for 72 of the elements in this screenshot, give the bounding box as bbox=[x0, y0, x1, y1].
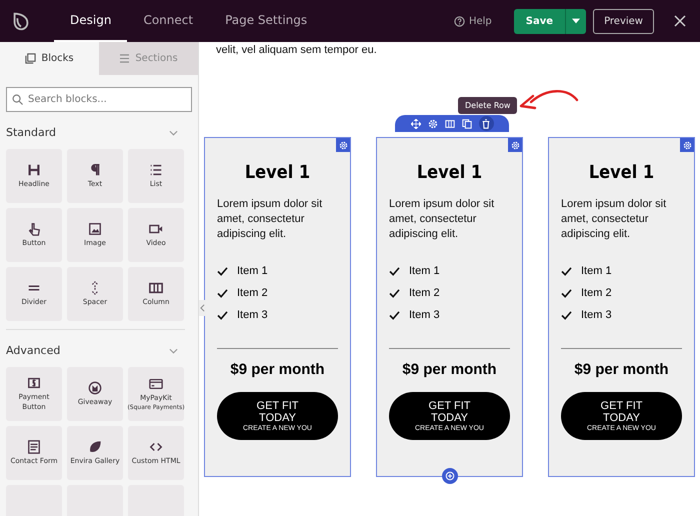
image-icon bbox=[88, 222, 102, 236]
list-item: Item 2 bbox=[237, 287, 268, 299]
top-tab[interactable]: Page Settings bbox=[209, 0, 324, 42]
settings-icon bbox=[338, 140, 348, 150]
card-title: Level 1 bbox=[244, 162, 312, 183]
blocks-icon bbox=[25, 53, 36, 64]
close-icon[interactable] bbox=[674, 15, 686, 27]
add-row-button[interactable] bbox=[442, 468, 458, 484]
help-icon[interactable] bbox=[454, 16, 465, 26]
section-heading: Advanced bbox=[6, 344, 60, 357]
column-settings-button[interactable] bbox=[336, 138, 350, 152]
search-field[interactable]: Search blocks... bbox=[6, 87, 192, 112]
check-icon bbox=[561, 288, 572, 298]
caret-icon bbox=[572, 18, 580, 24]
body-text: velit, vel aliquam sem tempor eu. bbox=[216, 44, 378, 56]
card-description: Lorem ipsum dolor sit amet, consectetur adipiscing elit. bbox=[217, 197, 324, 242]
list-item: Item 1 bbox=[409, 265, 440, 277]
lines-icon bbox=[119, 54, 130, 63]
price-text: $9 per month bbox=[573, 361, 670, 378]
heading-icon bbox=[27, 162, 41, 177]
top-tab[interactable]: Connect bbox=[127, 0, 210, 42]
list-item: Item 2 bbox=[581, 287, 612, 299]
list-item: Item 1 bbox=[581, 265, 612, 277]
chevron-icon[interactable] bbox=[169, 130, 178, 136]
tooltip: Delete Row bbox=[458, 97, 518, 114]
card-icon bbox=[149, 376, 163, 391]
check-icon bbox=[389, 288, 400, 298]
settings-icon bbox=[510, 140, 520, 150]
collapse-handle[interactable] bbox=[199, 300, 206, 316]
search-icon bbox=[12, 94, 23, 105]
check-icon bbox=[561, 310, 572, 320]
check-icon bbox=[561, 266, 572, 276]
price-text: $9 per month bbox=[401, 361, 498, 378]
settings-icon bbox=[682, 140, 692, 150]
list-item: Item 2 bbox=[409, 287, 440, 299]
leaf-icon bbox=[88, 440, 102, 454]
copy-icon[interactable] bbox=[462, 118, 472, 128]
pointer-icon bbox=[27, 222, 41, 236]
card-description: Lorem ipsum dolor sit amet, consectetur adipiscing elit. bbox=[389, 197, 496, 242]
pilcrow-icon bbox=[88, 162, 102, 177]
move-icon[interactable] bbox=[410, 118, 420, 128]
list-item: Item 3 bbox=[581, 309, 612, 321]
preview-button[interactable]: Preview bbox=[593, 8, 654, 34]
settings-icon[interactable] bbox=[428, 118, 438, 128]
check-icon bbox=[217, 266, 228, 276]
plus-icon bbox=[445, 471, 455, 481]
check-icon bbox=[389, 310, 400, 320]
list-item: Item 3 bbox=[237, 309, 268, 321]
card-description: Lorem ipsum dolor sit amet, consectetur adipiscing elit. bbox=[561, 197, 668, 242]
help-link[interactable]: Help bbox=[468, 16, 492, 26]
dollar-icon bbox=[27, 376, 41, 390]
chevron-icon bbox=[200, 304, 205, 312]
column-settings-button[interactable] bbox=[680, 138, 694, 152]
delete-button[interactable] bbox=[478, 116, 494, 131]
price-text: $9 per month bbox=[229, 361, 326, 378]
save-button[interactable]: Save bbox=[514, 8, 566, 34]
list-item: Item 1 bbox=[237, 265, 268, 277]
card-title: Level 1 bbox=[416, 162, 484, 183]
save-dropdown-button[interactable] bbox=[565, 8, 586, 34]
check-icon bbox=[217, 288, 228, 298]
check-icon bbox=[389, 266, 400, 276]
list-icon bbox=[149, 162, 163, 177]
check-icon bbox=[217, 310, 228, 320]
form-icon bbox=[27, 440, 41, 454]
columns-icon[interactable] bbox=[444, 118, 454, 128]
trash-icon bbox=[481, 118, 491, 128]
column-settings-button[interactable] bbox=[508, 138, 522, 152]
section-heading: Standard bbox=[6, 126, 56, 139]
columns-icon bbox=[149, 280, 163, 295]
card-title: Level 1 bbox=[588, 162, 656, 183]
list-item: Item 3 bbox=[409, 309, 440, 321]
chevron-icon[interactable] bbox=[169, 348, 178, 354]
